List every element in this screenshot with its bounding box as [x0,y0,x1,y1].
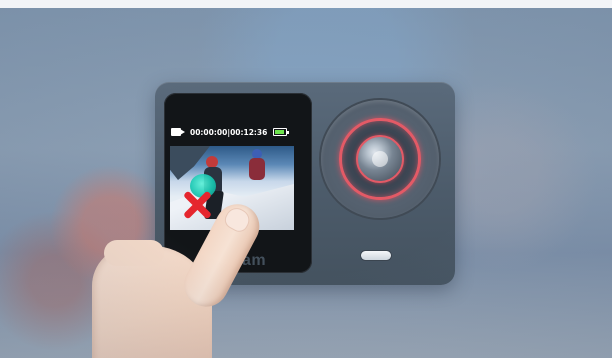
touch-point-indicator [190,174,216,198]
battery-fill [275,130,284,134]
preview-skier-2 [246,149,270,185]
lens-glass-icon [356,135,404,183]
knuckle [104,240,164,266]
lens-highlight [372,151,388,167]
screen-status-bar: 00:00:00|00:12:36 [171,125,289,139]
video-camera-icon [171,127,185,137]
elapsed-time: 00:00:00 [190,127,228,137]
lens-ring-red [339,118,421,200]
hand-illustration [92,194,268,358]
live-preview[interactable] [170,146,294,230]
mode-name: Video [221,232,243,241]
no-touch-x-icon [182,190,212,220]
mode-resolution: 4K30 [222,241,242,250]
time-separator: | [227,127,231,137]
palm [92,246,212,358]
camera-screen[interactable] [164,93,312,273]
camera-button[interactable] [361,251,391,260]
battery-icon [273,128,289,136]
index-finger [176,196,268,315]
action-camera: 00:00:00|00:12:36 Video 4K30 akexcam [155,82,455,285]
preview-rock [170,146,210,180]
camera-lens [321,100,439,218]
fingernail [223,205,252,234]
mode-label: Video 4K30 [170,232,294,250]
preview-snow [170,184,294,230]
record-timer: 00:00:00|00:12:36 [190,128,267,137]
remaining-time: 00:12:36 [230,127,268,137]
preview-skier [198,154,240,224]
brand-logo: akexcam [195,252,267,269]
background-scene: 00:00:00|00:12:36 Video 4K30 akexcam [0,8,612,358]
top-strip [0,0,612,8]
